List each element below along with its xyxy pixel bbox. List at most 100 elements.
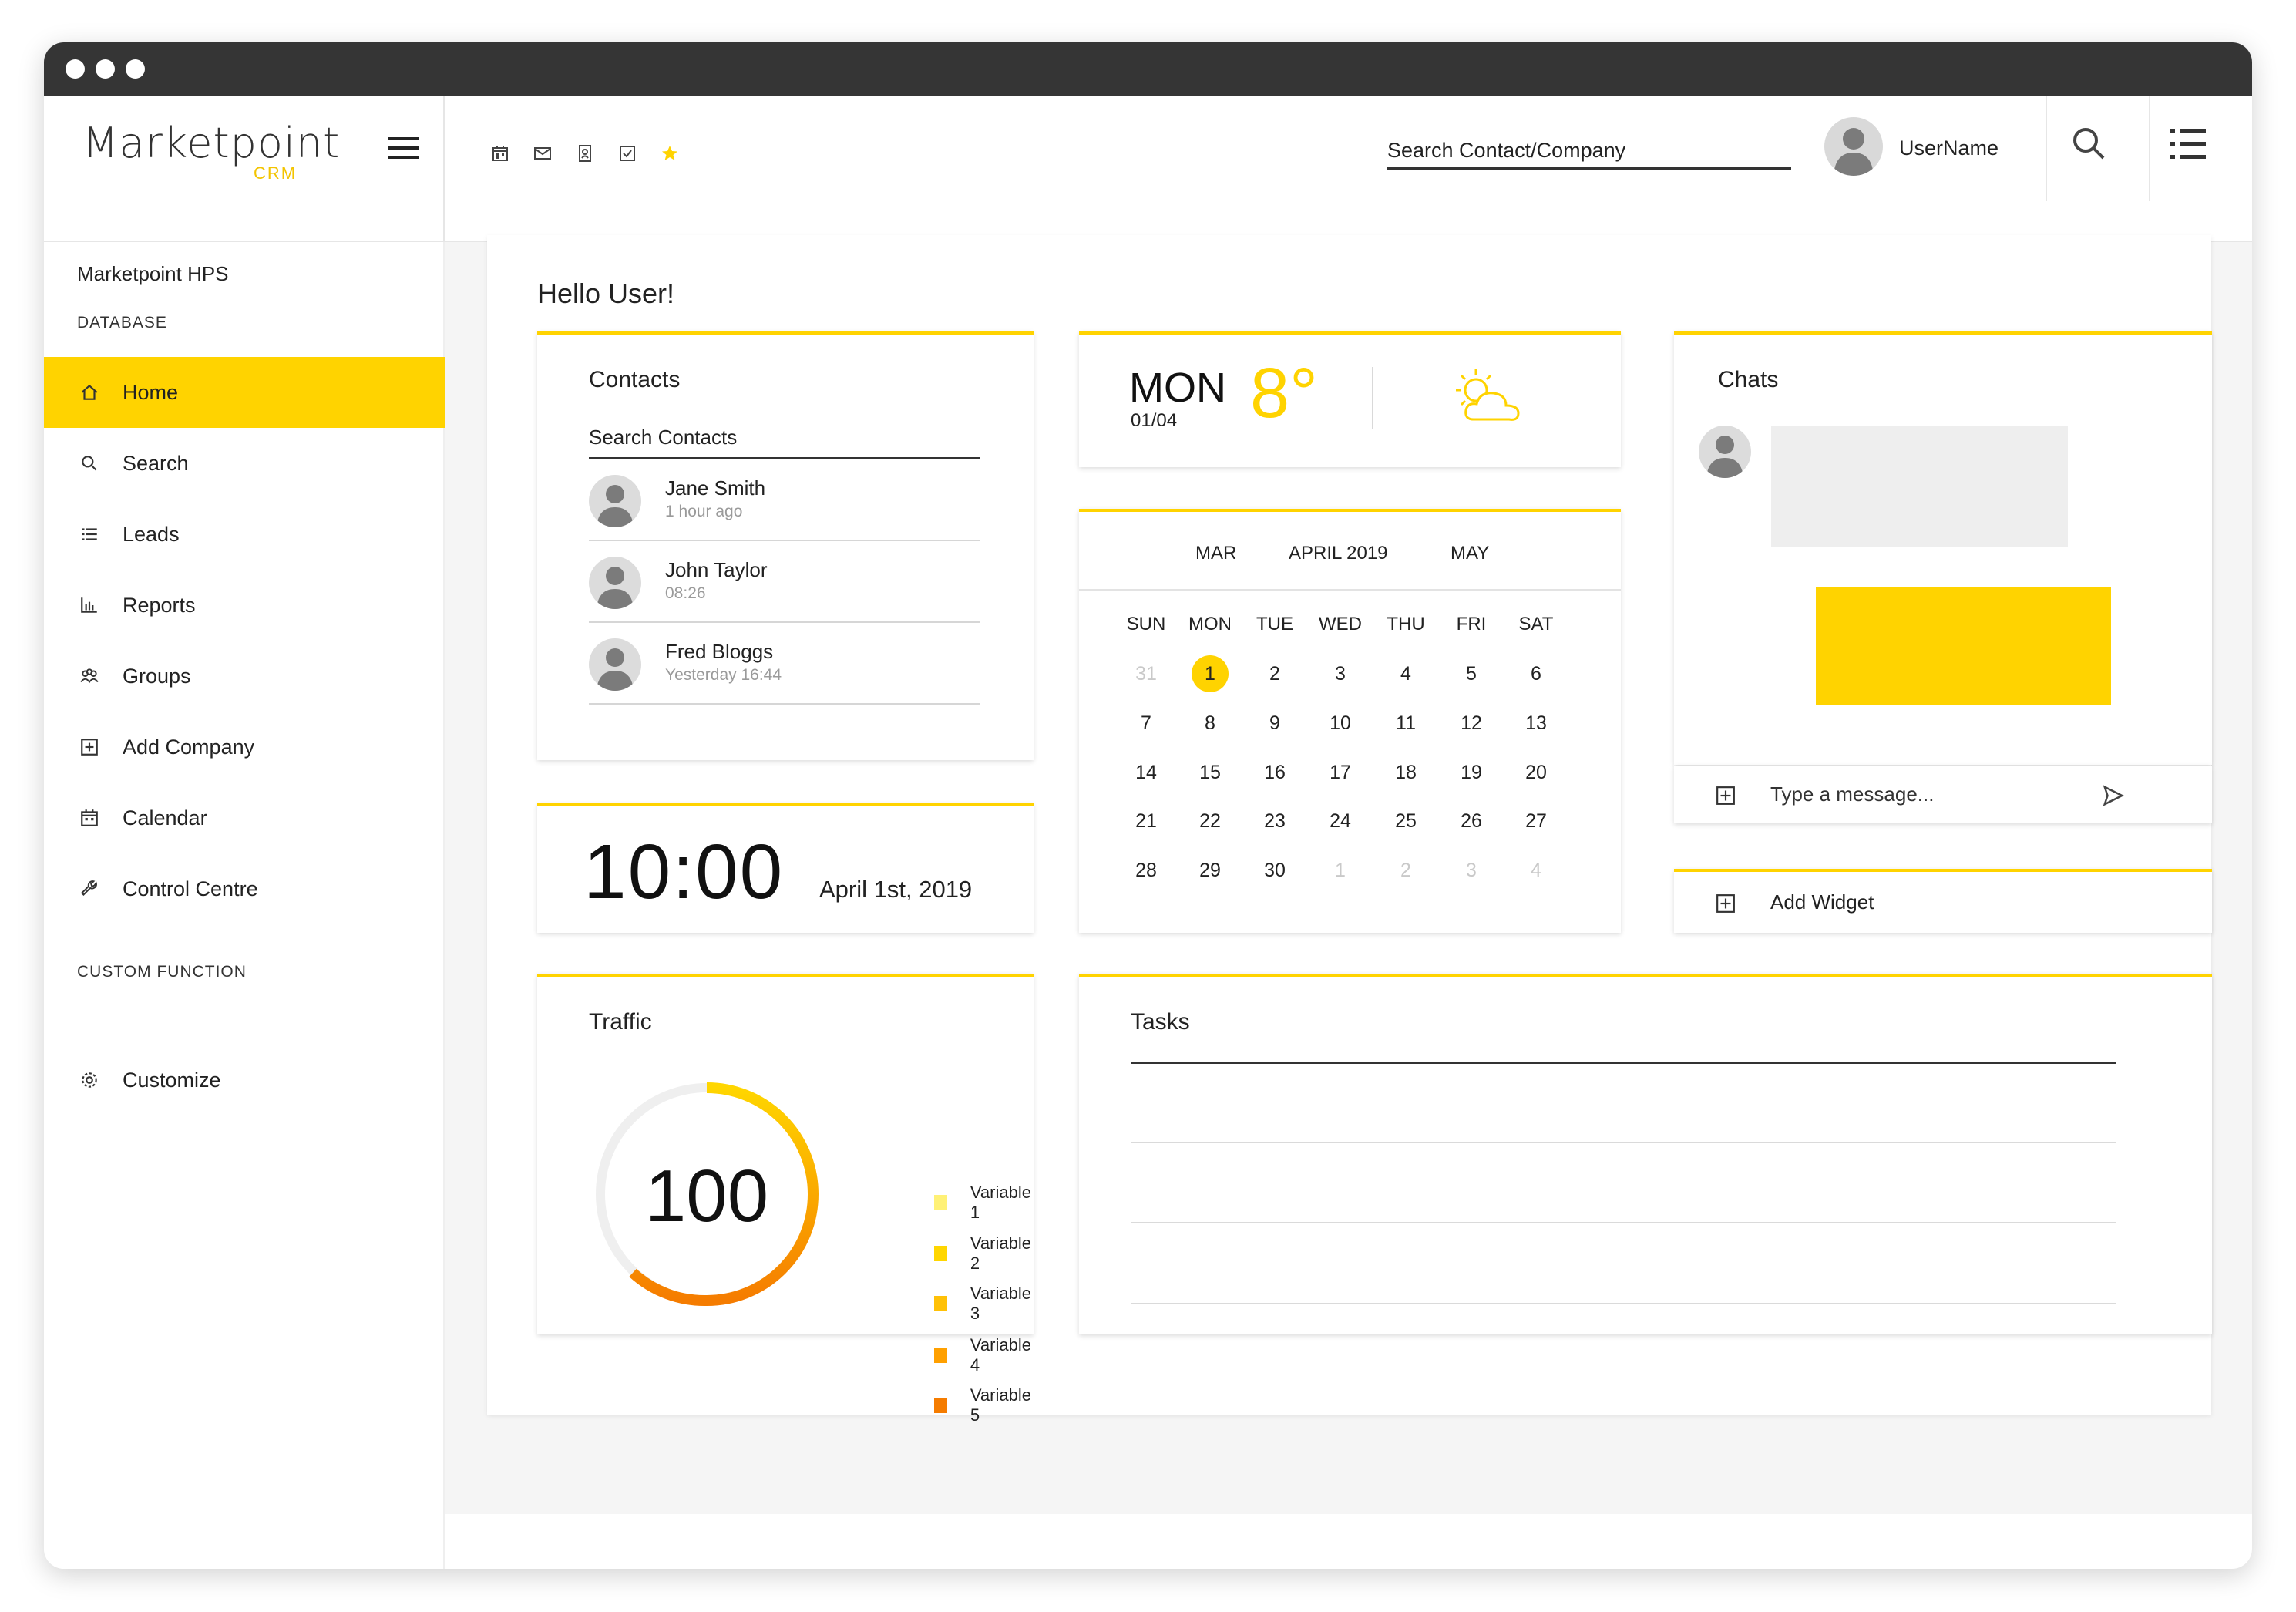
calendar-day[interactable]: 1: [1317, 860, 1363, 882]
send-icon[interactable]: [2102, 784, 2125, 807]
sidebar-item-leads[interactable]: Leads: [44, 499, 445, 570]
sidebar-item-groups[interactable]: Groups: [44, 641, 445, 712]
calendar-day[interactable]: 18: [1383, 762, 1429, 784]
calendar-day[interactable]: 17: [1317, 762, 1363, 784]
username-label[interactable]: UserName: [1899, 136, 1998, 160]
calendar-prev-month[interactable]: MAR: [1195, 543, 1236, 564]
sidebar-item-reports[interactable]: Reports: [44, 570, 445, 641]
weather-card: MON 01/04 8°: [1079, 331, 1621, 467]
weather-date: 01/04: [1131, 410, 1178, 431]
legend-label: Variable 3: [970, 1284, 1031, 1323]
calendar-day[interactable]: 28: [1123, 860, 1169, 882]
search-icon[interactable]: [2069, 124, 2108, 163]
weekday-label: SAT: [1518, 614, 1554, 634]
list-menu-icon[interactable]: [2169, 126, 2207, 161]
calendar-day[interactable]: 9: [1252, 712, 1298, 735]
calendar-day[interactable]: 25: [1383, 810, 1429, 833]
calendar-day[interactable]: 19: [1448, 762, 1494, 784]
calendar-day[interactable]: 13: [1513, 712, 1559, 735]
sidebar-item-search[interactable]: Search: [44, 428, 445, 499]
clock-date: April 1st, 2019: [819, 876, 973, 903]
message-input[interactable]: Type a message...: [1770, 782, 1934, 806]
legend-label: Variable 1: [970, 1183, 1031, 1222]
legend-swatch: [934, 1398, 947, 1413]
sidebar: Marketpoint HPS DATABASE Home Search Lea…: [44, 242, 445, 1569]
calendar-day[interactable]: 15: [1187, 762, 1233, 784]
calendar-day-today[interactable]: 1: [1187, 663, 1233, 685]
checkbox-icon[interactable]: [618, 144, 637, 163]
sidebar-item-home[interactable]: Home: [44, 357, 445, 428]
calendar-day[interactable]: 11: [1383, 712, 1429, 735]
contact-time: Yesterday 16:44: [665, 666, 782, 684]
legend-item: Variable 2: [934, 1233, 1034, 1274]
calendar-day[interactable]: 4: [1383, 663, 1429, 685]
task-row[interactable]: [1131, 1222, 2116, 1223]
window-dot-close[interactable]: [66, 59, 85, 79]
calendar-day[interactable]: 3: [1317, 663, 1363, 685]
hamburger-menu-icon[interactable]: [388, 137, 419, 160]
calendar-day[interactable]: 16: [1252, 762, 1298, 784]
add-widget-card[interactable]: Add Widget: [1674, 869, 2212, 933]
calendar-day[interactable]: 8: [1187, 712, 1233, 735]
contact-row[interactable]: Fred Bloggs Yesterday 16:44: [589, 623, 980, 705]
contact-name: John Taylor: [665, 558, 768, 581]
calendar-day[interactable]: 12: [1448, 712, 1494, 735]
calendar-day[interactable]: 21: [1123, 810, 1169, 833]
calendar-day[interactable]: 3: [1448, 860, 1494, 882]
sidebar-item-label: Leads: [123, 522, 180, 546]
mail-icon[interactable]: [533, 144, 552, 163]
calendar-day[interactable]: 7: [1123, 712, 1169, 735]
window-titlebar: [44, 42, 2252, 96]
calendar-day[interactable]: 20: [1513, 762, 1559, 784]
star-icon[interactable]: [661, 144, 679, 163]
tasks-title: Tasks: [1131, 1009, 1190, 1035]
contact-time: 08:26: [665, 584, 706, 602]
calendar-day[interactable]: 5: [1448, 663, 1494, 685]
calendar-day[interactable]: 26: [1448, 810, 1494, 833]
logo-subtext: CRM: [254, 163, 298, 183]
brand-block: Marketpoint CRM: [44, 96, 445, 242]
user-avatar[interactable]: [1824, 117, 1883, 176]
calendar-day[interactable]: 27: [1513, 810, 1559, 833]
calendar-day[interactable]: 6: [1513, 663, 1559, 685]
calendar-day[interactable]: 22: [1187, 810, 1233, 833]
contact-card-icon[interactable]: [576, 144, 594, 163]
calendar-day[interactable]: 24: [1317, 810, 1363, 833]
logo-text: Marketpoint: [82, 119, 341, 167]
calendar-day[interactable]: 4: [1513, 860, 1559, 882]
window-dot-maximize[interactable]: [126, 59, 145, 79]
contact-name: Fred Bloggs: [665, 640, 774, 663]
section-custom-label: CUSTOM FUNCTION: [77, 963, 247, 981]
calendar-day[interactable]: 10: [1317, 712, 1363, 735]
sidebar-item-calendar[interactable]: Calendar: [44, 782, 445, 853]
sidebar-item-control-centre[interactable]: Control Centre: [44, 853, 445, 924]
sidebar-item-customize[interactable]: Customize: [44, 1045, 445, 1116]
browser-window: Marketpoint CRM Search Contact/Company U…: [44, 42, 2252, 1569]
calendar-next-month[interactable]: MAY: [1451, 543, 1489, 564]
calendar-icon[interactable]: [491, 144, 509, 163]
calendar-day[interactable]: 14: [1123, 762, 1169, 784]
calendar-day[interactable]: 29: [1187, 860, 1233, 882]
sidebar-item-label: Customize: [123, 1068, 221, 1092]
calendar-day[interactable]: 23: [1252, 810, 1298, 833]
calendar-day[interactable]: 31: [1123, 663, 1169, 685]
add-attachment-icon[interactable]: [1716, 786, 1736, 806]
calendar-day[interactable]: 30: [1252, 860, 1298, 882]
contact-row[interactable]: John Taylor 08:26: [589, 541, 980, 623]
divider: [1372, 367, 1373, 429]
window-dot-minimize[interactable]: [96, 59, 115, 79]
task-row[interactable]: [1131, 1142, 2116, 1143]
contact-row[interactable]: Jane Smith 1 hour ago: [589, 459, 980, 541]
search-contacts-input[interactable]: Search Contacts: [589, 426, 980, 459]
sidebar-item-add-company[interactable]: Add Company: [44, 712, 445, 782]
task-row[interactable]: [1131, 1303, 2116, 1304]
add-box-icon: [1716, 893, 1736, 914]
chat-bubble-incoming: [1771, 426, 2068, 547]
calendar-day[interactable]: 2: [1252, 663, 1298, 685]
avatar: [589, 475, 641, 527]
search-contact-input[interactable]: Search Contact/Company: [1387, 136, 1791, 170]
legend-swatch: [934, 1195, 947, 1210]
legend-label: Variable 4: [970, 1335, 1031, 1375]
avatar: [589, 557, 641, 609]
calendar-day[interactable]: 2: [1383, 860, 1429, 882]
